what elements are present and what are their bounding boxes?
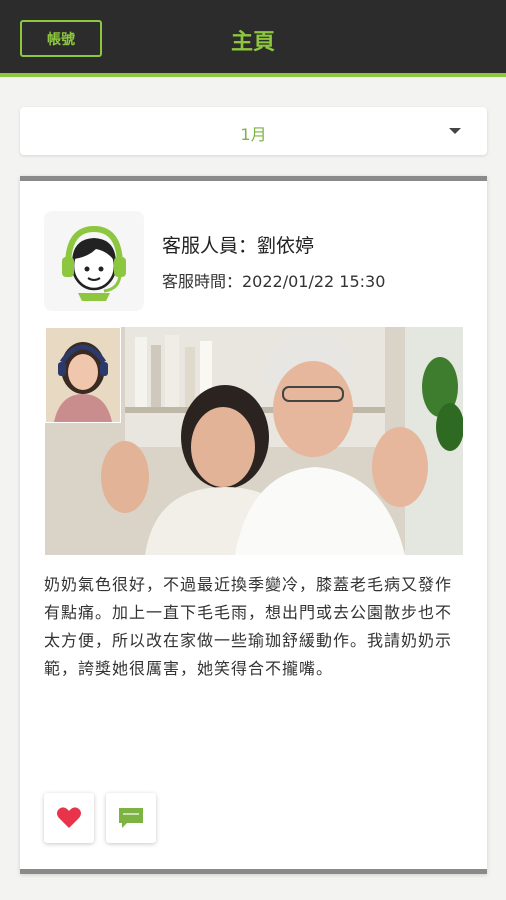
month-selector[interactable]: 1月: [20, 107, 487, 155]
staff-name: 客服人員：劉依婷: [162, 235, 315, 257]
caret-down-icon: [449, 128, 461, 134]
comment-button[interactable]: [106, 793, 156, 843]
page-title: 主頁: [230, 30, 275, 55]
comment-icon: [119, 808, 143, 828]
visit-record-card: 客服人員：劉依婷 客服時間：2022/01/22 15:30 奶奶氣色很好，不過…: [20, 176, 487, 874]
heart-icon: [57, 807, 81, 828]
service-time: 客服時間：2022/01/22 15:30: [162, 272, 386, 291]
top-bar: 帳號 主頁: [0, 0, 506, 77]
month-selected-label: 1月: [240, 125, 267, 144]
customer-service-headset-icon: [44, 211, 144, 311]
visit-note-text: 奶奶氣色很好，不過最近換季變冷，膝蓋老毛病又發作有點痛。加上一直下毛毛雨，想出門…: [44, 575, 453, 678]
video-call-caller-thumbnail: [45, 327, 121, 423]
like-button[interactable]: [44, 793, 94, 843]
